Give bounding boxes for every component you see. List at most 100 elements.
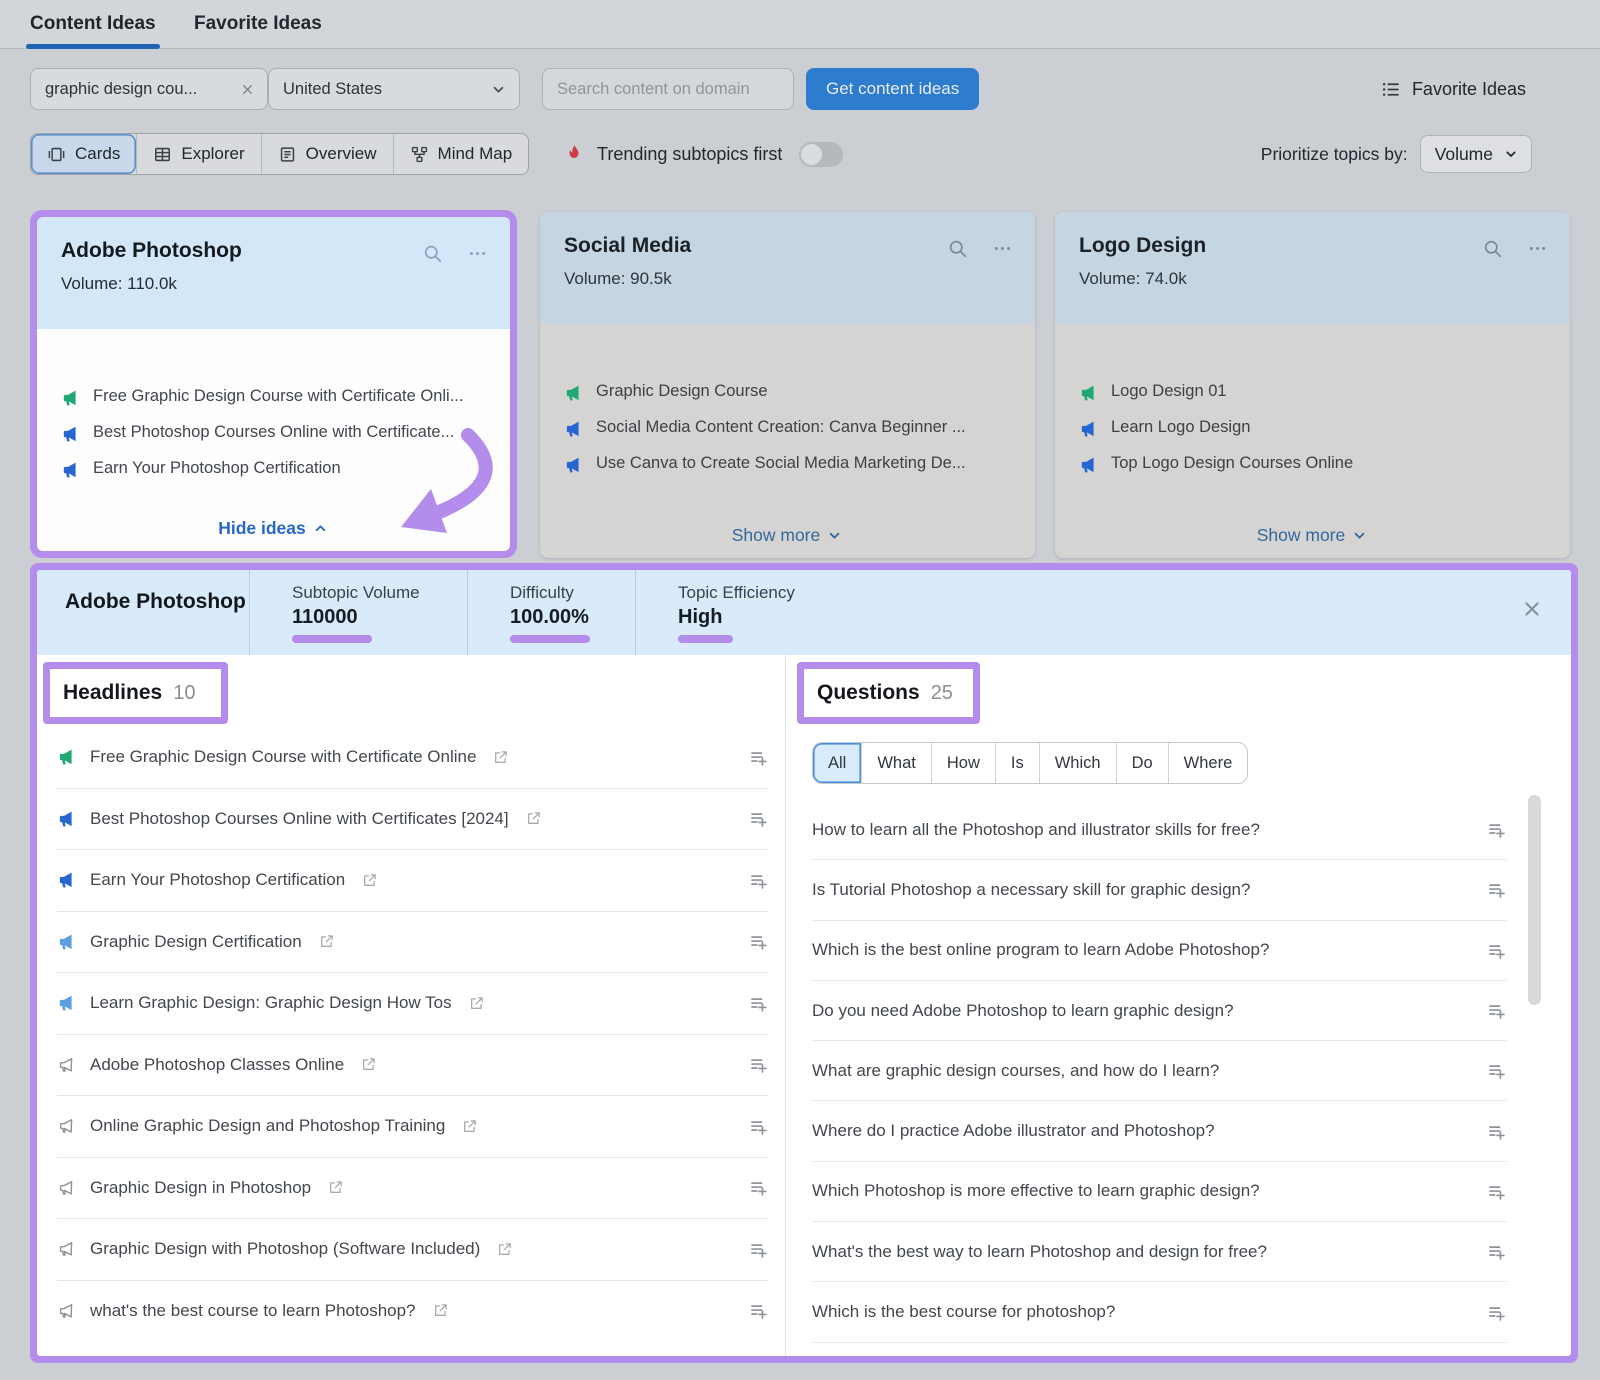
headline-text[interactable]: Graphic Design with Photoshop (Software …	[90, 1239, 480, 1259]
prioritize-select[interactable]: Volume	[1420, 135, 1532, 173]
filter-where[interactable]: Where	[1168, 743, 1248, 783]
question-text[interactable]: Do you need Adobe Photoshop to learn gra…	[812, 1001, 1234, 1021]
add-to-list-icon[interactable]	[1486, 940, 1507, 961]
column-divider	[785, 655, 786, 1356]
headline-row: what's the best course to learn Photosho…	[57, 1281, 769, 1342]
tab-favorite-ideas[interactable]: Favorite Ideas	[194, 0, 322, 47]
show-more-link[interactable]: Show more	[1055, 525, 1570, 546]
headline-text[interactable]: what's the best course to learn Photosho…	[90, 1301, 416, 1321]
favorite-ideas-link[interactable]: Favorite Ideas	[1380, 68, 1526, 110]
external-link-icon[interactable]	[361, 872, 378, 889]
domain-search-input[interactable]: Search content on domain	[542, 68, 794, 110]
add-to-list-icon[interactable]	[1486, 819, 1507, 840]
add-to-list-icon[interactable]	[1486, 1000, 1507, 1021]
view-explorer-button[interactable]: Explorer	[136, 134, 260, 174]
external-link-icon[interactable]	[492, 749, 509, 766]
add-to-list-icon[interactable]	[748, 931, 769, 952]
headline-row: Graphic Design with Photoshop (Software …	[57, 1219, 769, 1281]
headlines-title: Headlines	[63, 681, 162, 705]
question-text[interactable]: How to learn all the Photoshop and illus…	[812, 820, 1260, 840]
add-to-list-icon[interactable]	[1486, 1241, 1507, 1262]
idea-item[interactable]: Learn Logo Design	[1079, 418, 1546, 439]
add-to-list-icon[interactable]	[1486, 879, 1507, 900]
add-to-list-icon[interactable]	[1486, 1181, 1507, 1202]
headline-text[interactable]: Graphic Design in Photoshop	[90, 1178, 311, 1198]
headline-text[interactable]: Earn Your Photoshop Certification	[90, 870, 345, 890]
add-to-list-icon[interactable]	[748, 1239, 769, 1260]
add-to-list-icon[interactable]	[1486, 1060, 1507, 1081]
search-icon[interactable]	[947, 238, 968, 259]
view-cards-button[interactable]: Cards	[31, 134, 136, 174]
external-link-icon[interactable]	[360, 1056, 377, 1073]
idea-item[interactable]: Earn Your Photoshop Certification	[61, 459, 486, 480]
external-link-icon[interactable]	[468, 995, 485, 1012]
question-text[interactable]: Which is the best course for photoshop?	[812, 1302, 1115, 1322]
search-icon[interactable]	[422, 243, 443, 264]
question-text[interactable]: What are graphic design courses, and how…	[812, 1061, 1219, 1081]
show-more-label: Show more	[1257, 525, 1346, 546]
add-to-list-icon[interactable]	[748, 747, 769, 768]
external-link-icon[interactable]	[525, 810, 542, 827]
external-link-icon[interactable]	[496, 1241, 513, 1258]
filter-how[interactable]: How	[931, 743, 995, 783]
idea-text: Free Graphic Design Course with Certific…	[93, 387, 463, 406]
add-to-list-icon[interactable]	[748, 1054, 769, 1075]
external-link-icon[interactable]	[432, 1302, 449, 1319]
card-header: Social Media Volume: 90.5k	[540, 212, 1035, 324]
prioritize-control: Prioritize topics by: Volume	[1261, 134, 1532, 174]
idea-item[interactable]: Graphic Design Course	[564, 382, 1011, 403]
idea-item[interactable]: Free Graphic Design Course with Certific…	[61, 387, 486, 408]
more-menu-icon[interactable]	[467, 243, 488, 264]
idea-item[interactable]: Logo Design 01	[1079, 382, 1546, 403]
question-text[interactable]: Which is the best online program to lear…	[812, 940, 1269, 960]
question-text[interactable]: Is Tutorial Photoshop a necessary skill …	[812, 880, 1250, 900]
more-menu-icon[interactable]	[1527, 238, 1548, 259]
hide-ideas-link[interactable]: Hide ideas	[37, 518, 510, 539]
keyword-input[interactable]: graphic design cou...	[30, 68, 268, 110]
card-adobe-photoshop: Adobe Photoshop Volume: 110.0k Free Grap…	[30, 210, 517, 558]
external-link-icon[interactable]	[327, 1179, 344, 1196]
add-to-list-icon[interactable]	[1486, 1302, 1507, 1323]
add-to-list-icon[interactable]	[748, 1300, 769, 1321]
headline-text[interactable]: Adobe Photoshop Classes Online	[90, 1055, 344, 1075]
headline-text[interactable]: Online Graphic Design and Photoshop Trai…	[90, 1116, 445, 1136]
more-menu-icon[interactable]	[992, 238, 1013, 259]
tab-content-ideas[interactable]: Content Ideas	[30, 0, 156, 47]
headline-text[interactable]: Learn Graphic Design: Graphic Design How…	[90, 993, 452, 1013]
add-to-list-icon[interactable]	[748, 1116, 769, 1137]
add-to-list-icon[interactable]	[748, 870, 769, 891]
filter-what[interactable]: What	[861, 743, 931, 783]
question-text[interactable]: Which Photoshop is more effective to lea…	[812, 1181, 1260, 1201]
country-select[interactable]: United States	[268, 68, 520, 110]
question-text[interactable]: What's the best way to learn Photoshop a…	[812, 1242, 1267, 1262]
add-to-list-icon[interactable]	[748, 993, 769, 1014]
filter-is[interactable]: Is	[995, 743, 1039, 783]
question-filter-group: All What How Is Which Do Where	[812, 742, 1248, 784]
add-to-list-icon[interactable]	[1486, 1121, 1507, 1142]
get-content-ideas-button[interactable]: Get content ideas	[806, 68, 979, 110]
add-to-list-icon[interactable]	[748, 1177, 769, 1198]
headline-text[interactable]: Free Graphic Design Course with Certific…	[90, 747, 476, 767]
show-more-link[interactable]: Show more	[540, 525, 1035, 546]
filter-which[interactable]: Which	[1039, 743, 1116, 783]
clear-keyword-icon[interactable]	[240, 82, 255, 97]
card-header: Adobe Photoshop Volume: 110.0k	[37, 217, 510, 329]
headline-text[interactable]: Graphic Design Certification	[90, 932, 302, 952]
idea-item[interactable]: Use Canva to Create Social Media Marketi…	[564, 454, 1011, 475]
headline-text[interactable]: Best Photoshop Courses Online with Certi…	[90, 809, 509, 829]
search-icon[interactable]	[1482, 238, 1503, 259]
filter-do[interactable]: Do	[1116, 743, 1168, 783]
questions-scrollbar[interactable]	[1528, 795, 1541, 1005]
view-mindmap-button[interactable]: Mind Map	[393, 134, 529, 174]
close-icon[interactable]	[1521, 598, 1543, 620]
question-text[interactable]: Where do I practice Adobe illustrator an…	[812, 1121, 1215, 1141]
external-link-icon[interactable]	[461, 1118, 478, 1135]
idea-item[interactable]: Best Photoshop Courses Online with Certi…	[61, 423, 486, 444]
filter-all[interactable]: All	[813, 743, 861, 783]
external-link-icon[interactable]	[318, 933, 335, 950]
add-to-list-icon[interactable]	[748, 808, 769, 829]
trending-toggle[interactable]	[799, 142, 843, 167]
idea-item[interactable]: Top Logo Design Courses Online	[1079, 454, 1546, 475]
view-overview-button[interactable]: Overview	[261, 134, 393, 174]
idea-item[interactable]: Social Media Content Creation: Canva Beg…	[564, 418, 1011, 439]
